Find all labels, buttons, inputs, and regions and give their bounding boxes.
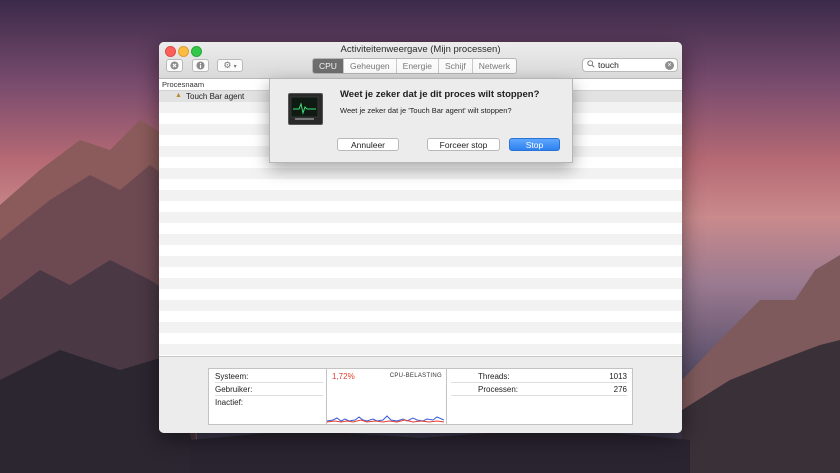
gear-icon: ⚙ bbox=[223, 60, 232, 70]
search-input[interactable]: touch × bbox=[582, 58, 678, 72]
stat-gebruiker: Gebruiker: bbox=[215, 383, 323, 396]
info-icon bbox=[196, 61, 205, 72]
stat-inactief: Inactief: bbox=[215, 396, 323, 408]
stats-footer: Systeem: Gebruiker: Inactief: 1,72% CPU-… bbox=[159, 356, 682, 433]
tab-schijf[interactable]: Schijf bbox=[439, 59, 473, 73]
dialog-message: Weet je zeker dat je 'Touch Bar agent' w… bbox=[340, 106, 512, 115]
title-bar: Activiteitenweergave (Mijn processen) ⚙ … bbox=[159, 42, 682, 79]
stat-threads: Threads: 1013 bbox=[451, 370, 627, 383]
cpu-graph-lines bbox=[327, 415, 444, 423]
cancel-button[interactable]: Annuleer bbox=[337, 138, 399, 151]
stop-button[interactable]: Stop bbox=[509, 138, 560, 151]
process-name: Touch Bar agent bbox=[186, 92, 245, 101]
view-tabs: CPU Geheugen Energie Schijf Netwerk bbox=[312, 58, 517, 74]
cpu-load-graph: 1,72% CPU-BELASTING bbox=[326, 369, 447, 424]
stop-process-dialog: Weet je zeker dat je dit proces wilt sto… bbox=[269, 78, 573, 163]
activity-monitor-icon bbox=[288, 93, 323, 125]
search-icon bbox=[587, 60, 595, 70]
stat-systeem: Systeem: bbox=[215, 370, 323, 383]
dialog-title: Weet je zeker dat je dit proces wilt sto… bbox=[340, 89, 540, 100]
column-header-label: Procesnaam bbox=[162, 80, 205, 89]
force-stop-button[interactable]: Forceer stop bbox=[427, 138, 500, 151]
stat-label: Gebruiker: bbox=[215, 385, 253, 394]
tab-energie[interactable]: Energie bbox=[397, 59, 439, 73]
stat-value: 276 bbox=[613, 385, 627, 394]
action-menu-button[interactable]: ⚙ ▾ bbox=[217, 59, 243, 72]
stat-label: Systeem: bbox=[215, 372, 249, 381]
chevron-down-icon: ▾ bbox=[233, 64, 237, 70]
tab-cpu[interactable]: CPU bbox=[313, 59, 344, 73]
stat-label: Threads: bbox=[478, 372, 510, 381]
activity-monitor-window: Activiteitenweergave (Mijn processen) ⚙ … bbox=[159, 42, 682, 433]
stat-label: Processen: bbox=[478, 385, 519, 394]
stat-label: Inactief: bbox=[215, 398, 244, 407]
inspect-process-button[interactable] bbox=[192, 59, 209, 72]
cpu-stats-panel: Systeem: Gebruiker: Inactief: 1,72% CPU-… bbox=[208, 368, 633, 425]
process-icon: ▲ bbox=[175, 92, 182, 99]
tab-netwerk[interactable]: Netwerk bbox=[473, 59, 516, 73]
tab-geheugen[interactable]: Geheugen bbox=[344, 59, 397, 73]
stop-process-button[interactable] bbox=[166, 59, 183, 72]
search-value: touch bbox=[598, 60, 619, 70]
clear-search-icon[interactable]: × bbox=[665, 61, 674, 70]
window-title: Activiteitenweergave (Mijn processen) bbox=[340, 44, 501, 55]
stat-processen: Processen: 276 bbox=[451, 383, 627, 396]
x-circle-icon bbox=[170, 61, 179, 72]
stat-value: 1013 bbox=[609, 372, 627, 381]
